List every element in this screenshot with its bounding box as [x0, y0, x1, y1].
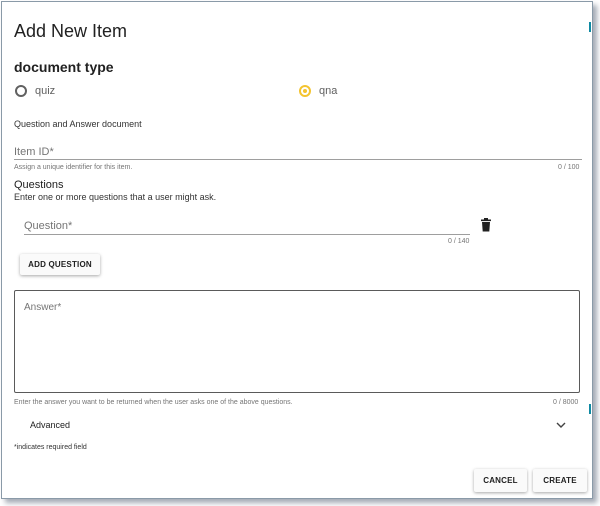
- trash-icon[interactable]: [480, 218, 492, 232]
- right-edge-accent-bottom: [589, 404, 591, 414]
- required-field-note: *indicates required field: [14, 444, 87, 451]
- radio-option-qna[interactable]: qna: [299, 85, 337, 97]
- add-question-button[interactable]: ADD QUESTION: [20, 254, 100, 275]
- dialog-title: Add New Item: [14, 21, 128, 41]
- advanced-expander[interactable]: Advanced: [14, 415, 572, 437]
- question-underline: [24, 234, 470, 235]
- item-id-hint: Assign a unique identifier for this item…: [14, 164, 133, 171]
- create-button[interactable]: CREATE: [533, 469, 587, 492]
- questions-heading: Questions: [14, 179, 64, 191]
- question-field[interactable]: Question*: [24, 220, 72, 232]
- right-edge-accent: [589, 22, 591, 32]
- radio-option-quiz[interactable]: quiz: [15, 85, 55, 97]
- radio-quiz[interactable]: [15, 85, 27, 97]
- question-counter: 0 / 140: [448, 238, 470, 245]
- radio-qna-label: qna: [319, 85, 338, 97]
- answer-label: Answer*: [24, 302, 62, 313]
- cancel-button[interactable]: CANCEL: [474, 469, 527, 492]
- answer-textarea[interactable]: Answer*: [14, 290, 580, 393]
- answer-hint: Enter the answer you want to be returned…: [14, 399, 293, 406]
- radio-qna[interactable]: [299, 85, 311, 97]
- document-type-heading: document type: [14, 59, 114, 75]
- chevron-down-icon[interactable]: [556, 421, 566, 429]
- item-id-field[interactable]: Item ID*: [14, 146, 54, 158]
- item-id-underline: [14, 159, 582, 160]
- document-type-description: Question and Answer document: [14, 119, 142, 129]
- advanced-label: Advanced: [30, 420, 71, 430]
- questions-subheading: Enter one or more questions that a user …: [14, 192, 217, 202]
- radio-quiz-label: quiz: [35, 85, 56, 97]
- add-item-dialog: Add New Item document type quiz qna Ques…: [1, 1, 593, 499]
- item-id-counter: 0 / 100: [558, 164, 580, 171]
- answer-counter: 0 / 8000: [553, 399, 579, 406]
